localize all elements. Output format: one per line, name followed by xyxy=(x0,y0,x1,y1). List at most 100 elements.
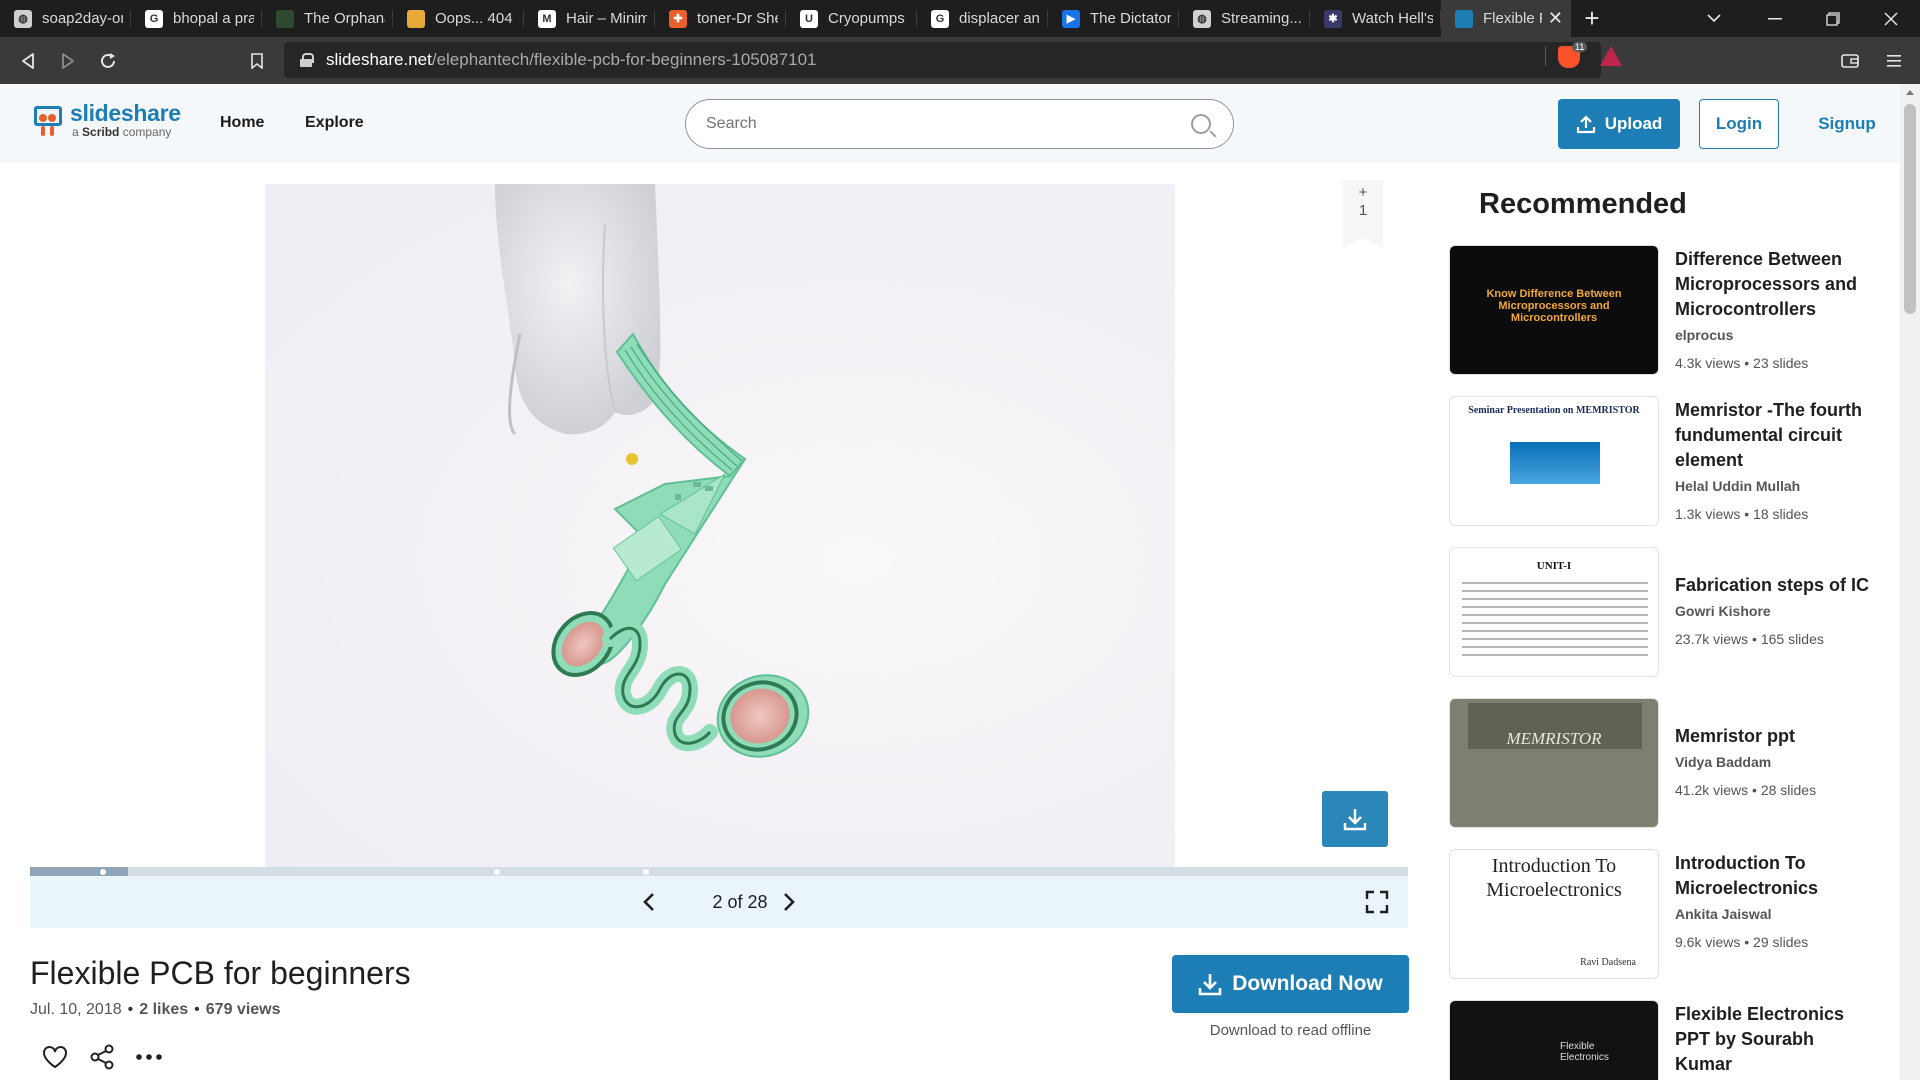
browser-tab[interactable]: Flexible P ✕ xyxy=(1441,0,1571,37)
download-now-button[interactable]: Download Now xyxy=(1172,955,1409,1013)
slide-progress-bar[interactable] xyxy=(30,867,1408,876)
share-button[interactable] xyxy=(89,1044,115,1070)
browser-tab[interactable]: ◍ soap2day-on xyxy=(0,0,131,37)
document-meta: Jul. 10, 2018 • 2 likes • 679 views xyxy=(30,1001,281,1018)
download-icon xyxy=(1343,809,1367,831)
signup-link[interactable]: Signup xyxy=(1798,99,1896,149)
new-tab-button[interactable]: + xyxy=(1571,0,1613,37)
previous-slide-button[interactable] xyxy=(635,888,663,916)
close-window-button[interactable] xyxy=(1862,0,1920,37)
nav-explore[interactable]: Explore xyxy=(305,114,364,132)
browser-tab[interactable]: ▶ The Dictator xyxy=(1048,0,1179,37)
recommended-title[interactable]: Difference Between Microprocessors and M… xyxy=(1675,247,1875,322)
recommended-author[interactable]: Vidya Baddam xyxy=(1675,754,1875,770)
recommended-stats: 41.2k views • 28 slides xyxy=(1675,782,1817,798)
browser-tab-title: Watch Hell's xyxy=(1352,10,1433,27)
more-options-button[interactable] xyxy=(136,1044,162,1070)
fullscreen-button[interactable] xyxy=(1365,890,1391,916)
browser-tab[interactable]: Gbhopal a pra xyxy=(131,0,262,37)
wallet-icon[interactable] xyxy=(1830,41,1870,81)
upload-label: Upload xyxy=(1604,114,1663,133)
brave-rewards-icon[interactable] xyxy=(1600,46,1622,66)
chevron-left-icon xyxy=(643,893,654,911)
progress-fill xyxy=(30,867,128,876)
browser-tab[interactable]: Oops... 404 N xyxy=(393,0,524,37)
close-tab-icon[interactable]: ✕ xyxy=(1548,8,1563,29)
browser-tab[interactable]: ✚ toner-Dr She xyxy=(655,0,786,37)
recommended-item[interactable]: Introduction To Microelectronics Ravi Dad… xyxy=(1449,849,1869,981)
thumbnail-text: Know Difference Between Microprocessors … xyxy=(1486,288,1622,324)
window-controls xyxy=(1682,0,1920,37)
likes-count[interactable]: 2 likes xyxy=(139,1001,188,1018)
recommended-item[interactable]: Know Difference Between Microprocessors … xyxy=(1449,245,1869,377)
recommended-thumbnail[interactable]: Know Difference Between Microprocessors … xyxy=(1449,245,1659,375)
recommended-title[interactable]: Flexible Electronics PPT by Sourabh Kuma… xyxy=(1675,1002,1875,1077)
recommended-title[interactable]: Memristor ppt xyxy=(1675,724,1875,749)
bookmark-icon[interactable] xyxy=(237,41,277,81)
browser-tab[interactable]: M Hair – Minim xyxy=(524,0,655,37)
recommended-author[interactable]: Helal Uddin Mullah xyxy=(1675,478,1875,494)
maximize-button[interactable] xyxy=(1804,0,1862,37)
thumbnail-text: Introduction To Microelectronics xyxy=(1486,855,1622,901)
browser-tab[interactable]: U Cryopumps | xyxy=(786,0,917,37)
recommended-thumbnail[interactable]: Flexible Electronics xyxy=(1449,1000,1659,1080)
recommended-title[interactable]: Introduction To Microelectronics xyxy=(1675,851,1875,901)
recommended-thumbnail[interactable]: UNIT-I xyxy=(1449,547,1659,677)
recommended-stats: 9.6k views • 29 slides xyxy=(1675,934,1809,950)
address-bar[interactable]: slideshare.net/elephantech/flexible-pcb-… xyxy=(284,42,1601,78)
scrollbar-thumb[interactable] xyxy=(1904,104,1916,314)
recommended-info: Difference Between Microprocessors and M… xyxy=(1675,247,1875,371)
forward-button[interactable] xyxy=(48,41,88,81)
like-button[interactable] xyxy=(42,1044,68,1070)
minimize-button[interactable] xyxy=(1746,0,1804,37)
search-box[interactable] xyxy=(685,99,1234,149)
upload-icon xyxy=(1576,115,1595,134)
site-icon: ✱ xyxy=(1324,9,1342,28)
reload-button[interactable] xyxy=(88,41,128,81)
tab-list-chevron-icon[interactable] xyxy=(1682,0,1746,37)
recommended-stats: 23.7k views • 165 slides xyxy=(1675,631,1824,647)
recommended-thumbnail[interactable]: Introduction To Microelectronics Ravi Dad… xyxy=(1449,849,1659,979)
search-input[interactable] xyxy=(706,115,1146,133)
browser-tab[interactable]: The Orphana xyxy=(262,0,393,37)
recommended-item[interactable]: Seminar Presentation on MEMRISTOR Memrist… xyxy=(1449,396,1869,528)
recommended-info: Memristor ppt Vidya Baddam 41.2k views • 2… xyxy=(1675,724,1875,798)
upload-button[interactable]: Upload xyxy=(1558,99,1680,149)
browser-tab-title: Oops... 404 N xyxy=(435,10,516,27)
site-icon: U xyxy=(800,9,818,28)
recommended-author[interactable]: Ankita Jaiswal xyxy=(1675,906,1875,922)
browser-tab[interactable]: ◍ Streaming... xyxy=(1179,0,1310,37)
site-icon xyxy=(407,9,425,28)
browser-tab[interactable]: Gdisplacer and xyxy=(917,0,1048,37)
nav-home[interactable]: Home xyxy=(220,114,264,132)
recommended-thumbnail[interactable]: Seminar Presentation on MEMRISTOR xyxy=(1449,396,1659,526)
recommended-author[interactable]: elprocus xyxy=(1675,327,1875,343)
lock-icon xyxy=(300,53,314,67)
recommended-item[interactable]: MEMRISTOR Memristor ppt Vidya Baddam 41.2k … xyxy=(1449,698,1869,830)
document-title: Flexible PCB for beginners xyxy=(30,955,411,991)
scroll-up-arrow-icon[interactable] xyxy=(1906,90,1914,95)
recommended-title[interactable]: Memristor -The fourth fundumental circui… xyxy=(1675,398,1875,473)
back-button[interactable] xyxy=(8,41,48,81)
recommended-author[interactable]: Gowri Kishore xyxy=(1675,603,1875,619)
search-icon[interactable] xyxy=(1191,114,1211,134)
page-scrollbar[interactable] xyxy=(1900,84,1920,1080)
recommended-thumbnail[interactable]: MEMRISTOR xyxy=(1449,698,1659,828)
next-slide-button[interactable] xyxy=(775,888,803,916)
thumbnail-text: UNIT-I xyxy=(1536,560,1572,572)
browser-tab-title: The Dictator xyxy=(1090,10,1171,27)
address-separator xyxy=(1545,46,1546,66)
recommended-stats: 4.3k views • 23 slides xyxy=(1675,355,1809,371)
login-button[interactable]: Login xyxy=(1699,99,1779,149)
slide-add-counter[interactable]: + 1 xyxy=(1343,180,1383,248)
browser-tab-title: Hair – Minim xyxy=(566,10,647,27)
slide-download-button[interactable] xyxy=(1322,791,1388,847)
slideshare-logo[interactable]: slideshare a Scribd company xyxy=(30,102,181,140)
recommended-item[interactable]: UNIT-I Fabrication steps of IC Gowri Kisho… xyxy=(1449,547,1869,679)
menu-icon[interactable] xyxy=(1874,41,1914,81)
slide-image[interactable] xyxy=(265,184,1175,867)
recommended-item[interactable]: Flexible Electronics Flexible Electronics… xyxy=(1449,1000,1869,1080)
recommended-title[interactable]: Fabrication steps of IC xyxy=(1675,573,1875,598)
browser-tab[interactable]: ✱ Watch Hell's xyxy=(1310,0,1441,37)
site-header: slideshare a Scribd company Home Explore… xyxy=(0,84,1900,163)
